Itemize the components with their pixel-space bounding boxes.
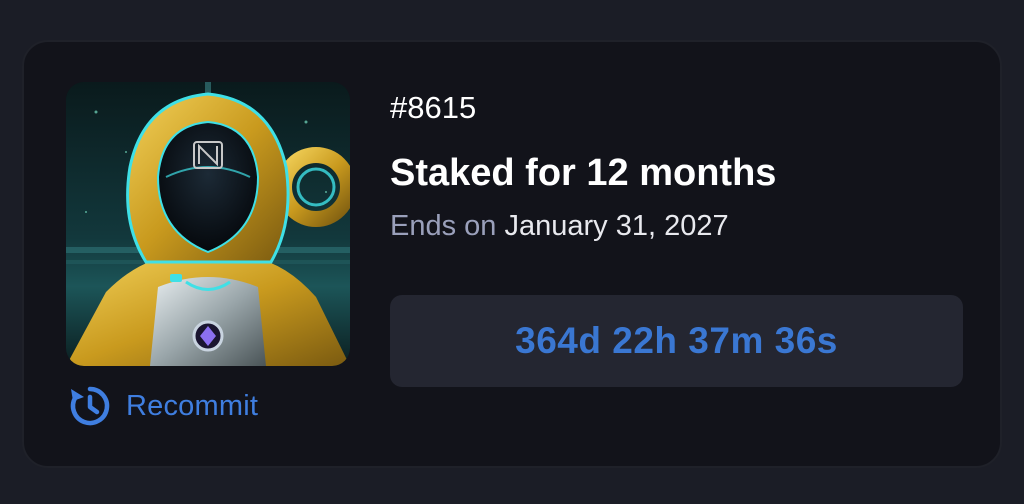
ends-date: January 31, 2027 <box>504 210 729 242</box>
nft-image <box>66 82 350 366</box>
recommit-button[interactable]: Recommit <box>68 384 258 428</box>
stake-title: Staked for 12 months <box>390 152 777 194</box>
ends-prefix: Ends on <box>390 210 497 242</box>
token-id: #8615 <box>390 90 477 125</box>
end-date-line: Ends on January 31, 2027 <box>390 210 729 243</box>
staking-card: Recommit #8615 Staked for 12 months Ends… <box>22 40 1002 468</box>
countdown-timer: 364d 22h 37m 36s <box>515 320 838 361</box>
nft-hooded-figure-image <box>66 82 350 366</box>
recommit-label: Recommit <box>126 389 259 422</box>
history-refresh-icon <box>70 386 110 426</box>
countdown-box: 364d 22h 37m 36s <box>390 295 963 387</box>
